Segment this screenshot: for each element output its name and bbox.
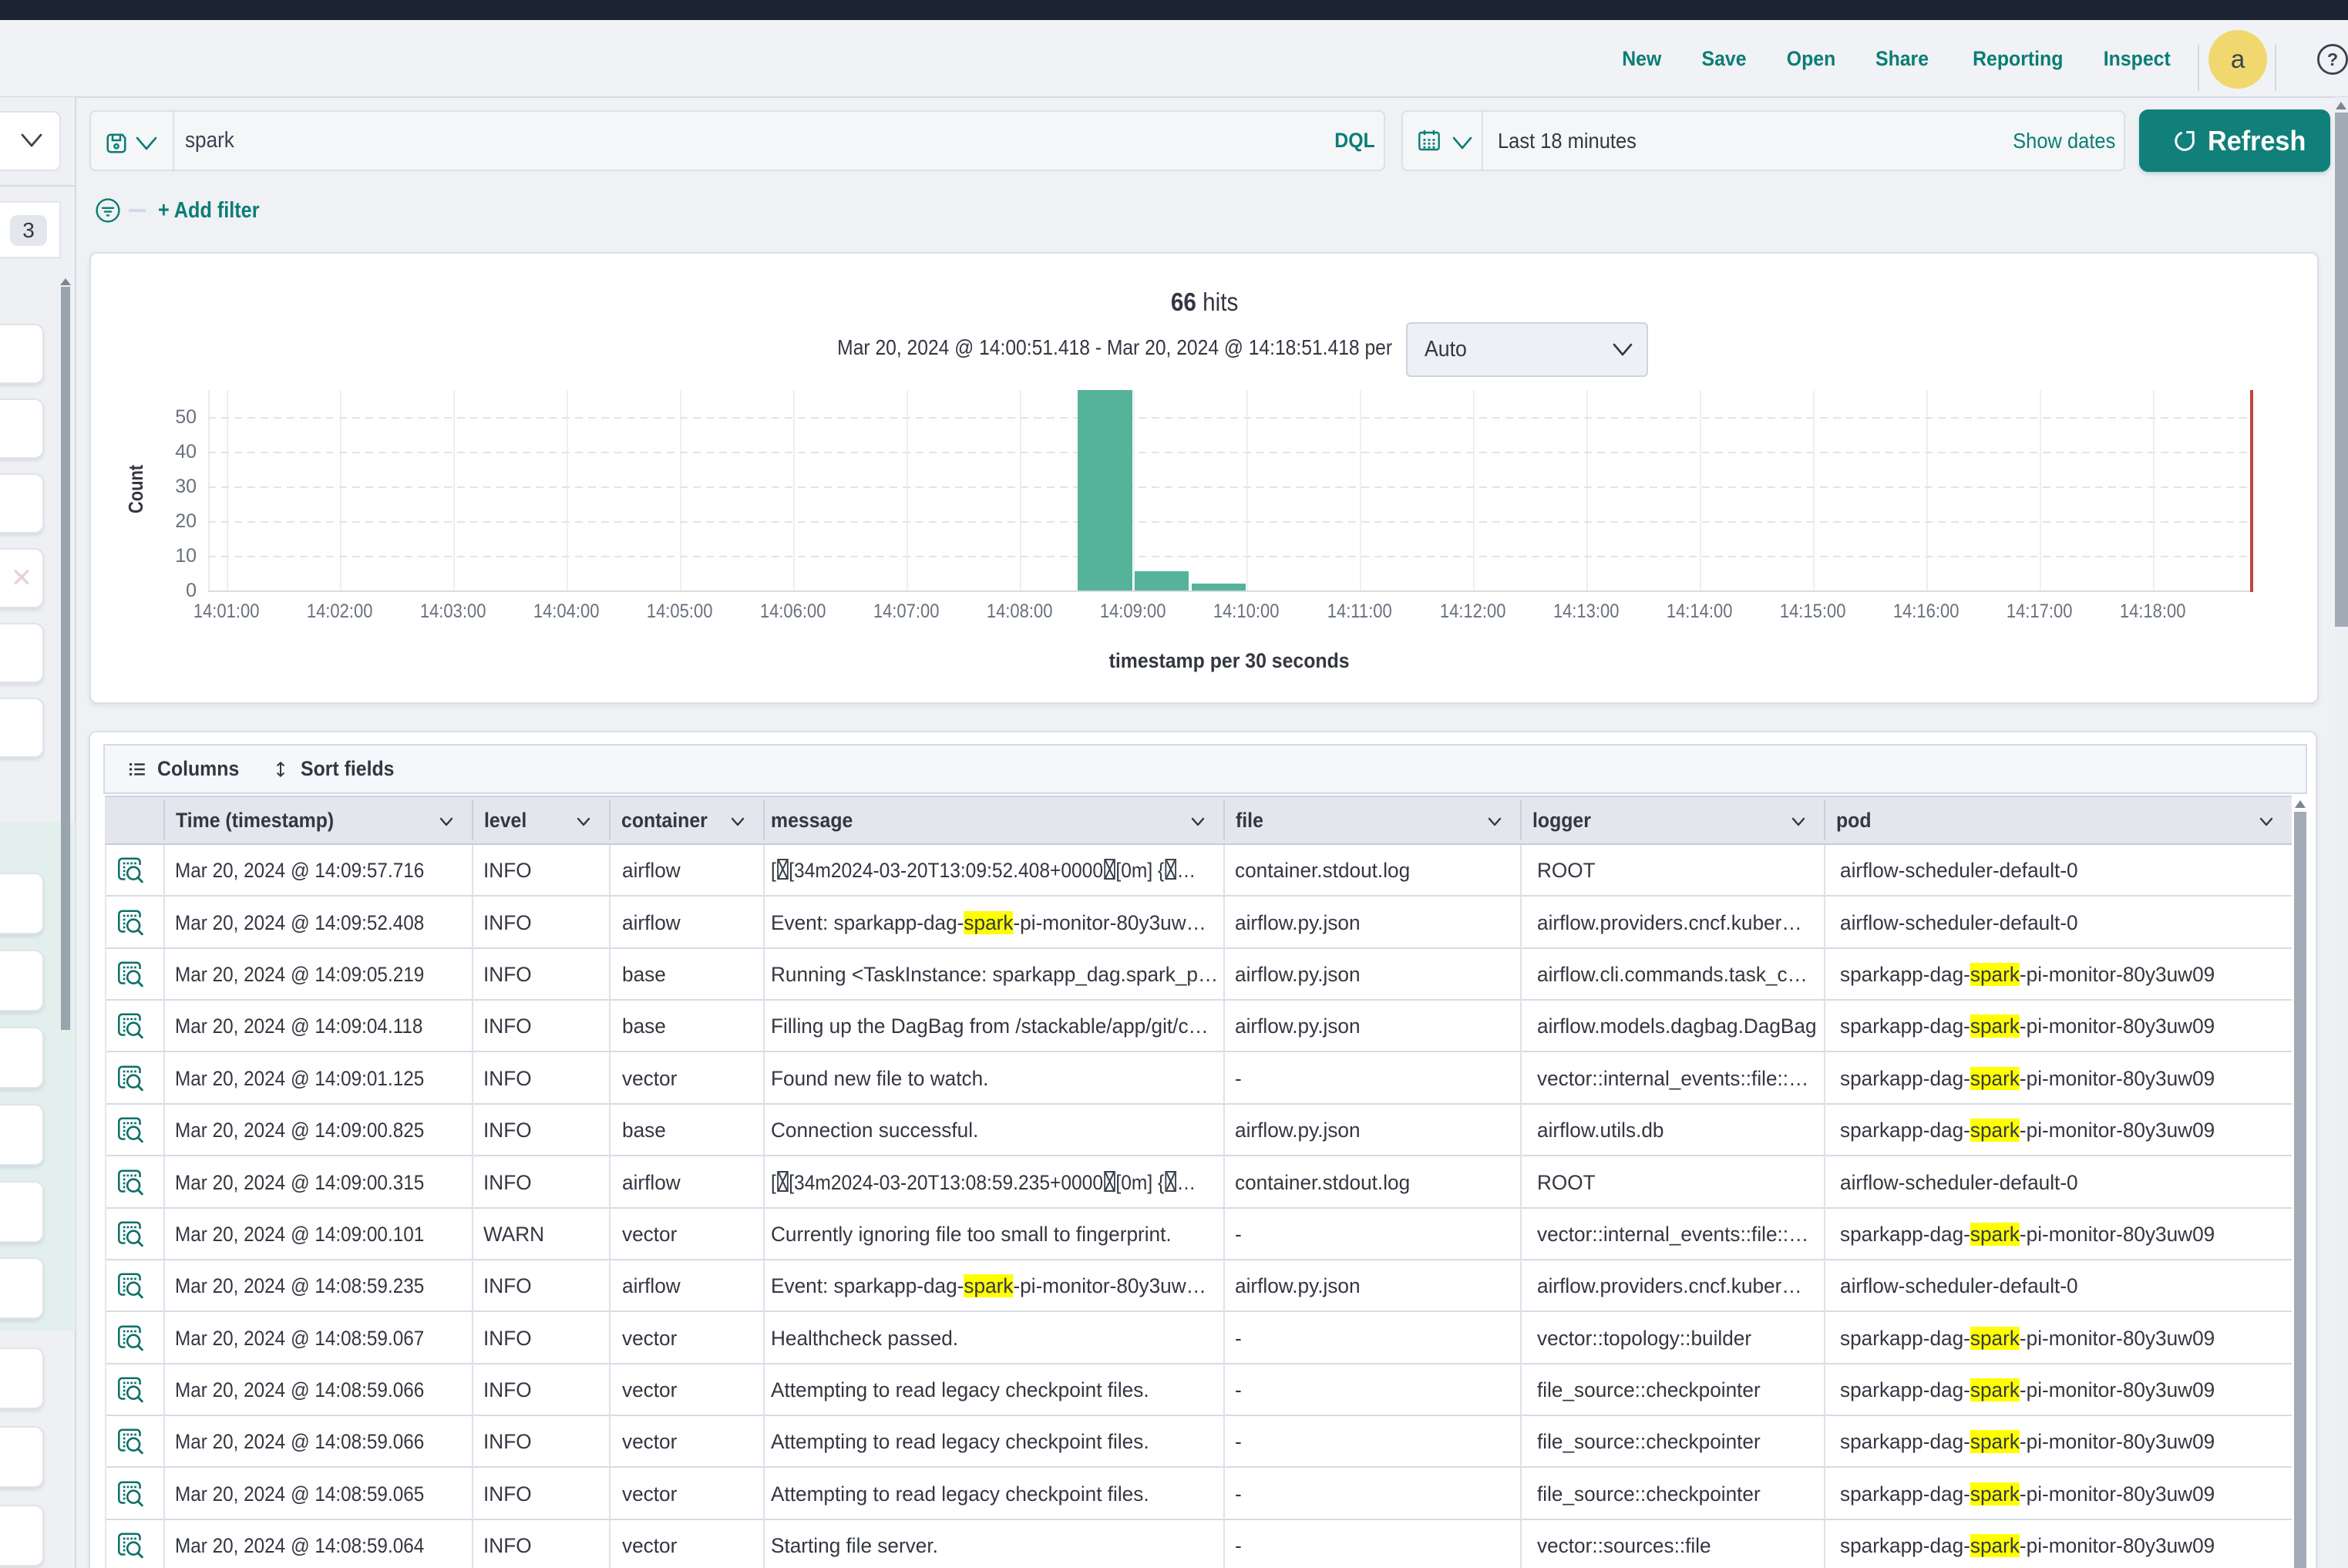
svg-text:?: ?: [2327, 49, 2338, 69]
